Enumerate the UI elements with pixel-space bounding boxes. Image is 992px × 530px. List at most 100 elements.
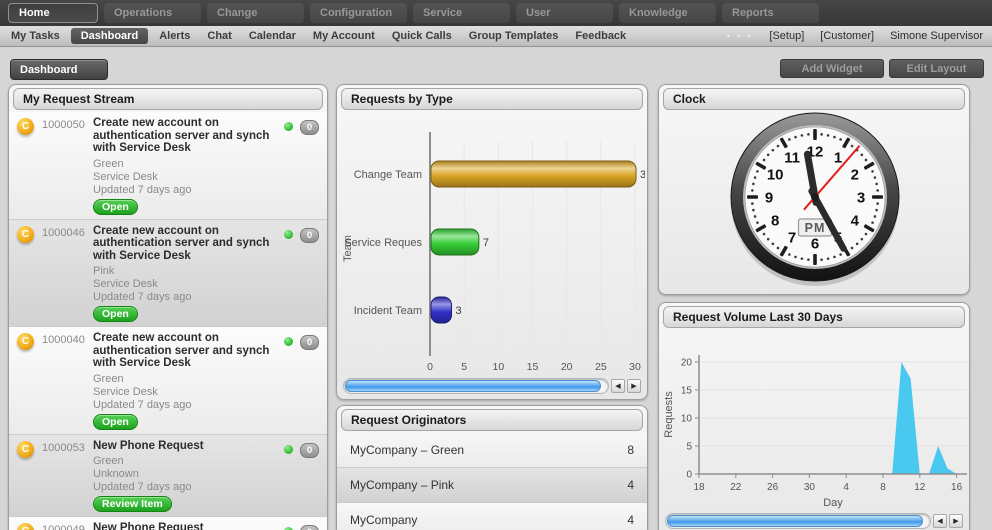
status-badge: Open [93, 306, 138, 322]
svg-text:1: 1 [834, 150, 842, 167]
tab-my-account[interactable]: My Account [307, 28, 381, 44]
note-count-badge: 0 [300, 120, 319, 135]
svg-text:11: 11 [784, 150, 800, 167]
nav-change[interactable]: Change [207, 3, 304, 23]
svg-text:2: 2 [851, 167, 859, 184]
svg-text:Change Team: Change Team [354, 169, 422, 181]
status-badge: Open [93, 198, 138, 215]
stream-item[interactable]: C 1000046 Create new account on authentica… [9, 219, 327, 327]
originator-row[interactable]: MyCompany – Pink 4 [337, 468, 647, 503]
nav-user[interactable]: User [516, 3, 613, 23]
svg-text:8: 8 [771, 213, 779, 230]
svg-text:0: 0 [686, 470, 692, 481]
svg-text:12: 12 [914, 482, 926, 493]
svg-text:30: 30 [640, 169, 645, 181]
overflow-dots-icon[interactable]: ▪ ▪ ▪ [727, 33, 753, 40]
request-updated: Updated 7 days ago [93, 291, 192, 303]
nav-reports[interactable]: Reports [722, 3, 819, 23]
tab-feedback[interactable]: Feedback [569, 28, 632, 44]
request-details: Green Service Desk Updated 7 days ago [93, 158, 278, 196]
originator-row[interactable]: MyCompany 4 [337, 503, 647, 530]
my-request-stream-header: My Request Stream [13, 88, 323, 110]
stream-item-indicators: 0 [284, 525, 319, 530]
nav-service[interactable]: Service [413, 3, 510, 23]
svg-text:25: 25 [595, 361, 607, 373]
svg-text:PM: PM [805, 221, 826, 235]
setup-link[interactable]: [Setup] [769, 30, 804, 42]
svg-text:5: 5 [686, 442, 692, 453]
svg-text:Requests: Requests [663, 391, 675, 438]
scrollbar-thumb[interactable] [667, 515, 924, 527]
svg-text:10: 10 [492, 361, 504, 373]
svg-text:Team: Team [342, 235, 354, 262]
add-widget-button[interactable]: Add Widget [780, 59, 884, 78]
bar-change-team [430, 160, 637, 188]
svg-text:16: 16 [951, 482, 963, 493]
svg-text:20: 20 [681, 358, 693, 369]
stream-item-list: C 1000050 Create new account on authentica… [9, 112, 327, 530]
nav-operations[interactable]: Operations [104, 3, 201, 23]
request-id: 1000050 [42, 119, 85, 131]
logged-in-user[interactable]: Simone Supervisor [890, 30, 983, 42]
analog-clock: 123456789101112PM [730, 112, 900, 286]
tab-alerts[interactable]: Alerts [153, 28, 196, 44]
stream-item[interactable]: C 1000053 New Phone Request Green Unknown Upd… [9, 434, 327, 517]
horizontal-scrollbar[interactable]: ◀ ▶ [665, 513, 963, 529]
dashboard-page-button[interactable]: Dashboard [10, 59, 108, 80]
change-request-type-icon: C [17, 523, 34, 530]
scroll-right-button[interactable]: ▶ [627, 379, 641, 393]
svg-text:10: 10 [681, 414, 693, 425]
originator-label: MyCompany – Green [350, 443, 465, 457]
status-badge: Open [93, 413, 138, 430]
request-title: Create new account on authentication ser… [93, 117, 270, 154]
svg-text:3: 3 [456, 305, 462, 317]
scrollbar-track[interactable] [343, 378, 609, 394]
scroll-right-button[interactable]: ▶ [949, 514, 963, 528]
tab-my-tasks[interactable]: My Tasks [5, 28, 66, 44]
stream-item[interactable]: C 1000049 New Phone RequestPinkUnknownUpda… [9, 517, 327, 530]
originator-row[interactable]: MyCompany – Green 8 [337, 433, 647, 468]
stream-item[interactable]: C 1000040 Create new account on authentica… [9, 327, 327, 435]
customer-link[interactable]: [Customer] [820, 30, 874, 42]
tab-list: My Tasks Dashboard Alerts Chat Calendar My Ac… [5, 28, 637, 44]
originator-label: MyCompany – Pink [350, 478, 455, 492]
scrollbar-track[interactable] [665, 513, 931, 529]
svg-text:4: 4 [843, 482, 849, 493]
requests-by-type-widget: Requests by Type Change Team30Service Re… [336, 84, 648, 400]
bar-incident-team [430, 296, 452, 324]
tab-quick-calls[interactable]: Quick Calls [386, 28, 458, 44]
request-team: Service Desk [93, 278, 158, 290]
change-request-type-icon: C [17, 333, 34, 350]
svg-text:3: 3 [857, 190, 865, 207]
svg-text:15: 15 [681, 386, 693, 397]
request-volume-header: Request Volume Last 30 Days [663, 306, 965, 328]
request-title: New Phone Request [93, 439, 204, 452]
svg-text:20: 20 [561, 361, 573, 373]
tab-calendar[interactable]: Calendar [243, 28, 302, 44]
svg-text:8: 8 [880, 482, 886, 493]
edit-layout-button[interactable]: Edit Layout [889, 59, 984, 78]
nav-home[interactable]: Home [8, 3, 98, 23]
stream-item-main: Create new account on authentication ser… [93, 225, 278, 322]
change-request-type-icon: C [17, 225, 34, 243]
scroll-left-button[interactable]: ◀ [933, 514, 947, 528]
tab-group-templates[interactable]: Group Templates [463, 28, 565, 44]
stream-item-indicators: 0 [284, 227, 319, 323]
nav-configuration[interactable]: Configuration [310, 3, 407, 23]
svg-text:10: 10 [767, 167, 784, 184]
scroll-left-button[interactable]: ◀ [611, 379, 625, 393]
request-id: 1000040 [42, 334, 85, 346]
clock-widget: Clock 123456789101112PM [658, 84, 970, 295]
change-request-type-icon: C [17, 118, 34, 135]
horizontal-scrollbar[interactable]: ◀ ▶ [343, 378, 641, 394]
request-id: 1000046 [42, 226, 85, 239]
scrollbar-thumb[interactable] [345, 380, 602, 392]
originator-list: MyCompany – Green 8 MyCompany – Pink 4 MyCom… [337, 433, 647, 530]
requests-by-type-header: Requests by Type [341, 88, 643, 110]
svg-text:26: 26 [767, 482, 779, 493]
stream-item[interactable]: C 1000050 Create new account on authentica… [9, 112, 327, 220]
request-team: Service Desk [93, 385, 158, 398]
nav-knowledge[interactable]: Knowledge [619, 3, 716, 23]
tab-dashboard[interactable]: Dashboard [70, 28, 149, 44]
tab-chat[interactable]: Chat [201, 28, 237, 44]
